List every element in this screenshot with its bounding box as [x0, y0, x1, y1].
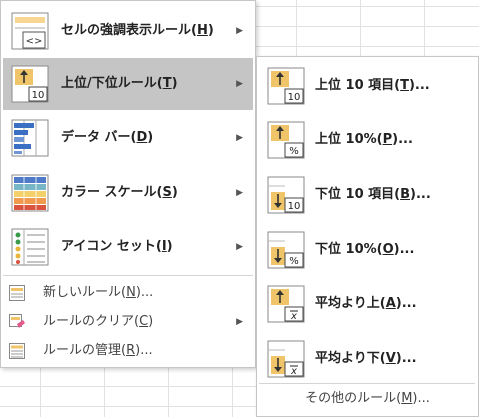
highlight-cells-icon: <> — [11, 12, 49, 50]
above-average-icon: x — [267, 285, 305, 323]
submenu-item-label: 下位 10%(O)... — [315, 242, 415, 257]
submenu-item-bottom-10-percent[interactable]: % 下位 10%(O)... — [259, 224, 475, 276]
svg-text:%: % — [289, 256, 299, 267]
submenu-item-below-average[interactable]: x 平均より下(V)... — [259, 333, 475, 385]
submenu-item-label: 平均より下(V)... — [315, 351, 417, 366]
bottom-10-items-icon: 10 — [267, 176, 305, 214]
submenu-arrow-icon: ▶ — [236, 188, 243, 198]
menu-item-label: 上位/下位ルール(T) — [61, 76, 178, 91]
submenu-item-above-average[interactable]: x 平均より上(A)... — [259, 278, 475, 330]
bottom-10-percent-icon: % — [267, 231, 305, 269]
svg-text:10: 10 — [32, 90, 45, 101]
menu-separator — [3, 275, 253, 276]
submenu-arrow-icon: ▶ — [236, 133, 243, 143]
svg-text:<>: <> — [26, 36, 43, 47]
submenu-item-top-10-percent[interactable]: % 上位 10%(P)... — [259, 114, 475, 166]
submenu-item-label: 下位 10 項目(B)... — [315, 187, 431, 202]
svg-text:x: x — [290, 366, 297, 377]
manage-rules-icon — [9, 343, 25, 359]
svg-text:10: 10 — [288, 201, 301, 212]
icon-sets-icon — [11, 228, 49, 266]
menu-item-manage-rules[interactable]: ルールの管理(R)... — [3, 338, 253, 364]
menu-item-label: アイコン セット(I) — [61, 239, 173, 254]
menu-item-data-bars[interactable]: データ バー(D) ▶ — [3, 112, 253, 164]
submenu-item-top-10-items[interactable]: 10 上位 10 項目(T)... — [259, 60, 475, 112]
svg-text:10: 10 — [288, 92, 301, 103]
submenu-item-more-rules[interactable]: その他のルール(M)... — [257, 386, 478, 412]
submenu-item-label: 上位 10%(P)... — [315, 132, 413, 147]
top-10-percent-icon: % — [267, 121, 305, 159]
menu-item-label: 新しいルール(N)... — [43, 285, 154, 300]
submenu-arrow-icon: ▶ — [236, 242, 243, 252]
menu-item-label: セルの強調表示ルール(H) — [61, 23, 214, 38]
menu-item-color-scales[interactable]: カラー スケール(S) ▶ — [3, 167, 253, 219]
svg-text:%: % — [289, 146, 299, 157]
menu-item-label: カラー スケール(S) — [61, 185, 178, 200]
submenu-arrow-icon: ▶ — [236, 79, 243, 89]
menu-item-clear-rules[interactable]: ルールのクリア(C) ▶ — [3, 309, 253, 335]
submenu-item-bottom-10-items[interactable]: 10 下位 10 項目(B)... — [259, 169, 475, 221]
svg-text:x: x — [290, 311, 297, 322]
new-rule-icon — [9, 285, 25, 301]
top-bottom-rules-icon: 10 — [11, 65, 49, 103]
submenu-arrow-icon: ▶ — [236, 26, 243, 36]
submenu-item-label: 平均より上(A)... — [315, 296, 417, 311]
menu-item-top-bottom-rules[interactable]: 10 上位/下位ルール(T) ▶ — [3, 58, 253, 110]
data-bars-icon — [11, 119, 49, 157]
menu-item-new-rule[interactable]: 新しいルール(N)... — [3, 280, 253, 306]
conditional-formatting-menu: <> セルの強調表示ルール(H) ▶ 10 上位/下位ルール(T) ▶ データ … — [0, 0, 256, 368]
top-bottom-rules-submenu: 10 上位 10 項目(T)... % 上位 10%(P)... 10 下位 1… — [256, 56, 479, 417]
submenu-item-label: 上位 10 項目(T)... — [315, 78, 430, 93]
clear-rules-icon — [9, 314, 25, 328]
submenu-separator — [259, 383, 475, 384]
menu-item-icon-sets[interactable]: アイコン セット(I) ▶ — [3, 221, 253, 273]
menu-item-highlight-cells-rules[interactable]: <> セルの強調表示ルール(H) ▶ — [3, 5, 253, 57]
menu-item-label: ルールの管理(R)... — [43, 343, 153, 358]
color-scales-icon — [11, 174, 49, 212]
submenu-arrow-icon: ▶ — [236, 317, 243, 327]
top-10-items-icon: 10 — [267, 67, 305, 105]
menu-item-label: データ バー(D) — [61, 130, 154, 145]
menu-item-label: ルールのクリア(C) — [43, 314, 154, 329]
below-average-icon: x — [267, 340, 305, 378]
